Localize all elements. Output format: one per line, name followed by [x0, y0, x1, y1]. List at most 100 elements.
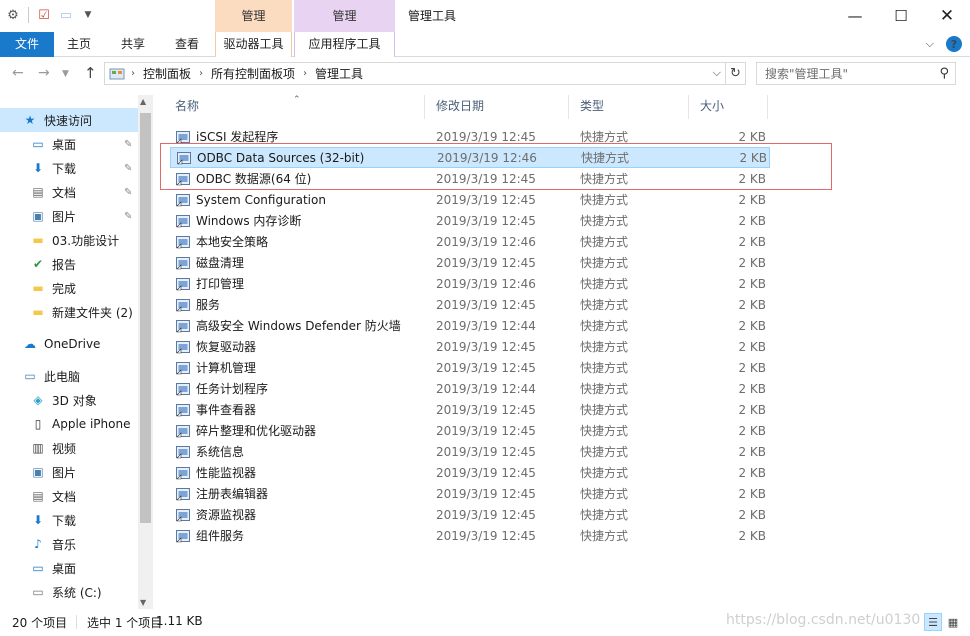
column-header-type[interactable]: 类型: [568, 95, 688, 119]
new-folder-icon[interactable]: ▭: [57, 6, 75, 24]
tab-view[interactable]: 查看: [166, 32, 208, 57]
pin-icon: ✎: [124, 210, 133, 222]
file-row[interactable]: 服务 2019/3/19 12:45 快捷方式 2 KB: [170, 294, 770, 315]
column-header-name[interactable]: ⌃ 名称: [162, 95, 424, 119]
tab-drive-tools[interactable]: 驱动器工具: [215, 32, 292, 57]
scroll-up-icon[interactable]: ▲: [140, 97, 146, 106]
file-type: 快捷方式: [580, 361, 629, 375]
context-tab-manage-drive[interactable]: 管理: [215, 0, 292, 32]
column-header-date[interactable]: 修改日期: [424, 95, 568, 119]
folder-icon: ▬: [32, 305, 44, 319]
sidebar-item[interactable]: ◈ 3D 对象: [0, 388, 138, 412]
properties-icon[interactable]: ⚙: [4, 6, 22, 24]
forward-arrow-icon[interactable]: →: [38, 65, 50, 81]
file-row[interactable]: 组件服务 2019/3/19 12:45 快捷方式 2 KB: [170, 525, 770, 546]
shortcut-icon: [175, 255, 191, 271]
sidebar-item[interactable]: ✔ 报告: [0, 252, 138, 276]
address-input[interactable]: › 控制面板 › 所有控制面板项 › 管理工具 ⌵: [104, 62, 726, 85]
file-name: 打印管理: [196, 277, 245, 291]
breadcrumb-control-panel[interactable]: 控制面板: [143, 65, 191, 82]
sidebar-item-label: 视频: [52, 441, 77, 456]
search-input[interactable]: 搜索"管理工具" ⚲: [756, 62, 956, 85]
file-row[interactable]: 高级安全 Windows Defender 防火墙 2019/3/19 12:44…: [170, 315, 770, 336]
sidebar-item[interactable]: ▤ 文档: [0, 484, 138, 508]
file-type: 快捷方式: [580, 235, 629, 249]
details-view-icon[interactable]: ☰: [924, 613, 942, 631]
checkmark-icon[interactable]: ☑: [35, 6, 53, 24]
context-tab-manage-app[interactable]: 管理: [294, 0, 395, 32]
sidebar-item[interactable]: ☁ OneDrive: [0, 332, 138, 356]
maximize-button[interactable]: ☐: [878, 0, 924, 32]
sidebar-item-label: 图片: [52, 209, 77, 224]
sidebar-item[interactable]: ▣ 图片 ✎: [0, 204, 138, 228]
selected-size: 1.11 KB: [156, 614, 203, 628]
close-button[interactable]: ✕: [924, 0, 970, 32]
up-arrow-icon[interactable]: ↑: [84, 64, 97, 82]
minimize-button[interactable]: —: [832, 0, 878, 32]
file-date: 2019/3/19 12:46: [436, 276, 536, 291]
file-row[interactable]: 恢复驱动器 2019/3/19 12:45 快捷方式 2 KB: [170, 336, 770, 357]
sidebar-item[interactable]: ▭ 桌面 ✎: [0, 132, 138, 156]
chevron-down-icon[interactable]: ⌵: [713, 66, 721, 80]
chevron-right-icon[interactable]: ›: [131, 68, 135, 79]
recent-locations-icon[interactable]: ▼: [62, 69, 69, 79]
breadcrumb-admin-tools[interactable]: 管理工具: [315, 65, 363, 82]
file-size: 2 KB: [738, 465, 766, 480]
scroll-down-icon[interactable]: ▼: [140, 598, 146, 607]
sidebar-item[interactable]: ⬇ 下载: [0, 508, 138, 532]
sidebar-item[interactable]: ⬇ 下载 ✎: [0, 156, 138, 180]
cube-icon: ◈: [33, 393, 43, 407]
file-row[interactable]: 计算机管理 2019/3/19 12:45 快捷方式 2 KB: [170, 357, 770, 378]
breadcrumb-all-items[interactable]: 所有控制面板项: [211, 65, 295, 82]
sidebar-item[interactable]: ▭ 桌面: [0, 556, 138, 580]
sidebar-item[interactable]: ▬ 完成: [0, 276, 138, 300]
help-icon[interactable]: ?: [946, 36, 962, 52]
nav-scrollbar[interactable]: ▲ ▼: [138, 95, 153, 609]
chevron-right-icon[interactable]: ›: [303, 68, 307, 79]
chevron-right-icon[interactable]: ›: [199, 68, 203, 79]
file-row[interactable]: 注册表编辑器 2019/3/19 12:45 快捷方式 2 KB: [170, 483, 770, 504]
expand-ribbon-icon[interactable]: ⌵: [926, 37, 934, 51]
sidebar-item[interactable]: ▭ 此电脑: [0, 364, 138, 388]
sidebar-item[interactable]: ▭ 系统 (C:): [0, 580, 138, 604]
shortcut-icon: [175, 360, 191, 376]
file-name: 资源监视器: [196, 508, 257, 522]
large-icons-view-icon[interactable]: ▦: [944, 613, 962, 631]
file-row[interactable]: Windows 内存诊断 2019/3/19 12:45 快捷方式 2 KB: [170, 210, 770, 231]
divider: [76, 615, 77, 629]
sidebar-item[interactable]: ▣ 图片: [0, 460, 138, 484]
file-row[interactable]: 资源监视器 2019/3/19 12:45 快捷方式 2 KB: [170, 504, 770, 525]
file-row[interactable]: 任务计划程序 2019/3/19 12:44 快捷方式 2 KB: [170, 378, 770, 399]
back-arrow-icon[interactable]: ←: [12, 65, 24, 81]
selected-count: 选中 1 个项目: [87, 616, 163, 630]
refresh-button[interactable]: ↻: [726, 62, 746, 85]
tab-file[interactable]: 文件: [0, 32, 54, 57]
sidebar-item[interactable]: ▥ 视频: [0, 436, 138, 460]
sidebar-item[interactable]: ▬ 新建文件夹 (2): [0, 300, 138, 324]
tab-share[interactable]: 共享: [112, 32, 154, 57]
file-row[interactable]: 性能监视器 2019/3/19 12:45 快捷方式 2 KB: [170, 462, 770, 483]
file-name: 高级安全 Windows Defender 防火墙: [196, 319, 401, 333]
sidebar-item[interactable]: ▬ 03.功能设计: [0, 228, 138, 252]
chevron-down-icon[interactable]: ▼: [79, 6, 97, 24]
file-row[interactable]: 事件查看器 2019/3/19 12:45 快捷方式 2 KB: [170, 399, 770, 420]
column-header-size[interactable]: 大小: [688, 95, 768, 119]
sidebar-item[interactable]: ♪ 音乐: [0, 532, 138, 556]
tab-home[interactable]: 主页: [58, 32, 100, 57]
file-date: 2019/3/19 12:45: [436, 402, 536, 417]
file-row[interactable]: 系统信息 2019/3/19 12:45 快捷方式 2 KB: [170, 441, 770, 462]
scrollbar-thumb[interactable]: [140, 113, 151, 523]
file-row[interactable]: 磁盘清理 2019/3/19 12:45 快捷方式 2 KB: [170, 252, 770, 273]
column-name-label: 名称: [175, 99, 200, 113]
tab-app-tools[interactable]: 应用程序工具: [294, 32, 395, 57]
file-row[interactable]: 本地安全策略 2019/3/19 12:46 快捷方式 2 KB: [170, 231, 770, 252]
sidebar-item[interactable]: ▤ 文档 ✎: [0, 180, 138, 204]
file-size: 2 KB: [738, 192, 766, 207]
watermark: https://blog.csdn.net/u0130: [726, 612, 921, 628]
file-row[interactable]: System Configuration 2019/3/19 12:45 快捷方式 2…: [170, 189, 770, 210]
file-row[interactable]: 打印管理 2019/3/19 12:46 快捷方式 2 KB: [170, 273, 770, 294]
shortcut-icon: [175, 339, 191, 355]
sidebar-item[interactable]: ▯ Apple iPhone: [0, 412, 138, 436]
sidebar-item[interactable]: ★ 快速访问: [0, 108, 138, 132]
file-row[interactable]: 碎片整理和优化驱动器 2019/3/19 12:45 快捷方式 2 KB: [170, 420, 770, 441]
